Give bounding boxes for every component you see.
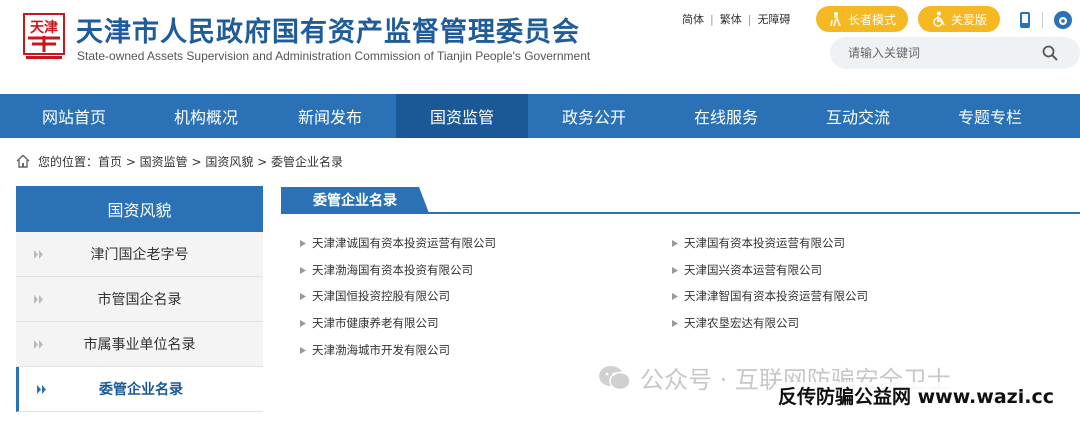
- list-item[interactable]: 天津津诚国有资本投资运营有限公司: [300, 235, 496, 251]
- company-name: 天津国兴资本运营有限公司: [684, 263, 822, 277]
- site-header: 天津 天津市人民政府国有资产监督管理委员会 State-owned Assets…: [0, 0, 1080, 94]
- tab-underline: [281, 212, 1080, 214]
- list-item[interactable]: 天津渤海城市开发有限公司: [300, 342, 450, 358]
- list-item[interactable]: 天津国兴资本运营有限公司: [672, 262, 822, 278]
- breadcrumb: 您的位置：首页 > 国资监管 > 国资风貌 > 委管企业名录: [16, 152, 343, 170]
- elder-icon: [830, 12, 841, 27]
- tab-enterprise-list[interactable]: 委管企业名录: [281, 187, 429, 213]
- home-icon: [16, 154, 30, 168]
- divider: [1042, 12, 1043, 28]
- triangle-bullet-icon: [672, 266, 678, 274]
- company-name: 天津农垦宏达有限公司: [684, 316, 799, 330]
- company-name: 天津津智国有资本投资运营有限公司: [684, 289, 868, 303]
- triangle-bullet-icon: [300, 292, 306, 300]
- sidebar: 国资风貌 津门国企老字号 市管国企名录 市属事业单位名录 委管企业名录: [16, 186, 263, 421]
- elder-mode-label: 长者模式: [847, 12, 896, 27]
- company-name: 天津渤海国有资本投资有限公司: [312, 263, 473, 277]
- nav-disclosure[interactable]: 政务公开: [528, 94, 660, 138]
- search-input[interactable]: [848, 44, 1038, 62]
- watermark-site: 反传防骗公益网 www.wazi.cc: [776, 382, 1056, 409]
- main-nav: 网站首页 机构概况 新闻发布 国资监管 政务公开 在线服务 互动交流 专题专栏: [0, 94, 1080, 138]
- sidebar-title: 国资风貌: [16, 186, 263, 232]
- accessibility-link[interactable]: 无障碍: [757, 13, 790, 26]
- list-item[interactable]: 天津国有资本投资运营有限公司: [672, 235, 845, 251]
- triangle-bullet-icon: [672, 319, 678, 327]
- company-name: 天津国有资本投资运营有限公司: [684, 236, 845, 250]
- sidebar-item-label: 委管企业名录: [99, 382, 183, 398]
- double-arrow-icon: [37, 385, 46, 394]
- company-name: 天津国恒投资控股有限公司: [312, 289, 450, 303]
- breadcrumb-text[interactable]: 您的位置：首页 > 国资监管 > 国资风貌 > 委管企业名录: [38, 153, 343, 170]
- sidebar-item-institutions[interactable]: 市属事业单位名录: [16, 322, 263, 367]
- double-arrow-icon: [34, 340, 43, 349]
- sidebar-item-enterprises[interactable]: 委管企业名录: [16, 367, 263, 412]
- wheelchair-icon: [933, 11, 945, 27]
- list-item[interactable]: 天津渤海国有资本投资有限公司: [300, 262, 473, 278]
- site-title[interactable]: 天津市人民政府国有资产监督管理委员会: [76, 10, 580, 49]
- list-item[interactable]: 天津津智国有资本投资运营有限公司: [672, 288, 868, 304]
- svg-text:天津: 天津: [30, 19, 58, 36]
- sidebar-item-city-soe[interactable]: 市管国企名录: [16, 277, 263, 322]
- traditional-link[interactable]: 繁体: [720, 13, 742, 26]
- list-item[interactable]: 天津国恒投资控股有限公司: [300, 288, 450, 304]
- nav-online-service[interactable]: 在线服务: [660, 94, 792, 138]
- sidebar-item-label: 津门国企老字号: [90, 247, 189, 263]
- weibo-icon[interactable]: [1054, 11, 1072, 29]
- sidebar-item-label: 市属事业单位名录: [83, 337, 196, 353]
- nav-home[interactable]: 网站首页: [0, 94, 148, 138]
- tianjin-logo-icon[interactable]: 天津: [22, 12, 66, 60]
- nav-interaction[interactable]: 互动交流: [792, 94, 924, 138]
- triangle-bullet-icon: [300, 346, 306, 354]
- nav-supervision[interactable]: 国资监管: [396, 94, 528, 138]
- language-links: 简体 | 繁体 | 无障碍: [682, 13, 791, 26]
- triangle-bullet-icon: [672, 292, 678, 300]
- company-name: 天津津诚国有资本投资运营有限公司: [312, 236, 496, 250]
- care-mode-label: 关爱版: [950, 12, 987, 27]
- list-item[interactable]: 天津市健康养老有限公司: [300, 315, 439, 331]
- company-name: 天津市健康养老有限公司: [312, 316, 439, 330]
- double-arrow-icon: [34, 250, 43, 259]
- company-name: 天津渤海城市开发有限公司: [312, 343, 450, 357]
- triangle-bullet-icon: [300, 319, 306, 327]
- triangle-bullet-icon: [300, 266, 306, 274]
- nav-special[interactable]: 专题专栏: [924, 94, 1056, 138]
- simplified-link[interactable]: 简体: [682, 13, 704, 26]
- wechat-icon: [599, 365, 631, 390]
- search-box: [830, 37, 1080, 69]
- care-mode-button[interactable]: 关爱版: [918, 6, 1000, 32]
- sidebar-item-label: 市管国企名录: [97, 292, 182, 308]
- mobile-icon[interactable]: [1018, 12, 1032, 28]
- search-icon[interactable]: [1042, 45, 1058, 61]
- nav-news[interactable]: 新闻发布: [264, 94, 396, 138]
- sidebar-item-laozihao[interactable]: 津门国企老字号: [16, 232, 263, 277]
- triangle-bullet-icon: [300, 239, 306, 247]
- nav-about[interactable]: 机构概况: [148, 94, 264, 138]
- list-item[interactable]: 天津农垦宏达有限公司: [672, 315, 799, 331]
- elder-mode-button[interactable]: 长者模式: [816, 6, 908, 32]
- triangle-bullet-icon: [672, 239, 678, 247]
- site-subtitle-en: State-owned Assets Supervision and Admin…: [77, 49, 591, 63]
- double-arrow-icon: [34, 295, 43, 304]
